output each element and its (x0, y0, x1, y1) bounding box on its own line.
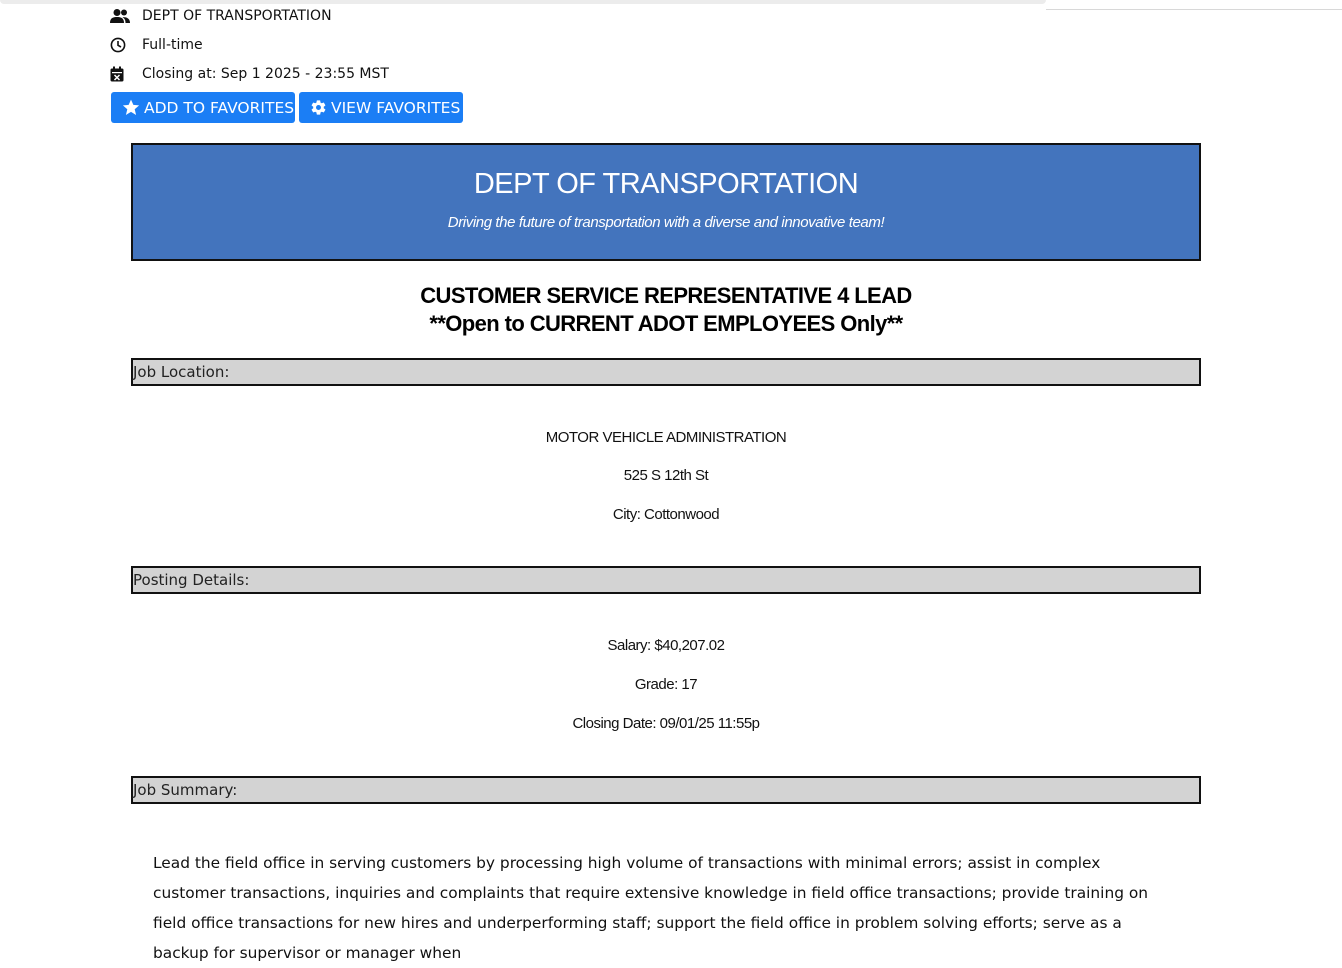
section-job-location: Job Location: (131, 358, 1201, 386)
job-title: CUSTOMER SERVICE REPRESENTATIVE 4 LEAD (420, 283, 912, 308)
department-banner: DEPT OF TRANSPORTATION Driving the futur… (131, 143, 1201, 261)
meta-department: DEPT OF TRANSPORTATION (110, 6, 332, 26)
schedule-text: Full-time (142, 37, 203, 53)
closing-text: Closing at: Sep 1 2025 - 23:55 MST (142, 66, 389, 82)
job-subtitle: **Open to CURRENT ADOT EMPLOYEES Only** (429, 311, 903, 336)
clock-icon (110, 36, 130, 54)
people-icon (110, 7, 130, 25)
section-job-summary: Job Summary: (131, 776, 1201, 804)
location-agency: MOTOR VEHICLE ADMINISTRATION (545, 429, 787, 446)
department-text: DEPT OF TRANSPORTATION (142, 8, 332, 24)
add-to-favorites-button[interactable]: ADD TO FAVORITES (111, 92, 295, 123)
posting-salary: Salary: $40,207.02 (607, 637, 725, 654)
meta-closing: Closing at: Sep 1 2025 - 23:55 MST (110, 64, 389, 84)
posting-grade: Grade: 17 (634, 676, 698, 693)
calendar-icon (110, 65, 130, 83)
browser-top-shadow (0, 0, 1046, 4)
browser-top-divider (1046, 9, 1342, 10)
banner-title: DEPT OF TRANSPORTATION (473, 168, 859, 200)
gear-icon (311, 100, 326, 115)
meta-schedule: Full-time (110, 35, 203, 55)
section-posting-details: Posting Details: (131, 566, 1201, 594)
view-favorites-button[interactable]: VIEW FAVORITES (299, 92, 463, 123)
job-summary-text: Lead the field office in serving custome… (153, 854, 1149, 962)
star-icon (122, 99, 140, 115)
location-city: City: Cottonwood (612, 506, 720, 523)
view-favorites-label: VIEW FAVORITES (331, 98, 461, 117)
banner-tagline: Driving the future of transportation wit… (447, 214, 885, 231)
add-to-favorites-label: ADD TO FAVORITES (144, 98, 295, 117)
location-address: 525 S 12th St (623, 467, 709, 484)
posting-closing-date: Closing Date: 09/01/25 11:55p (572, 715, 760, 732)
